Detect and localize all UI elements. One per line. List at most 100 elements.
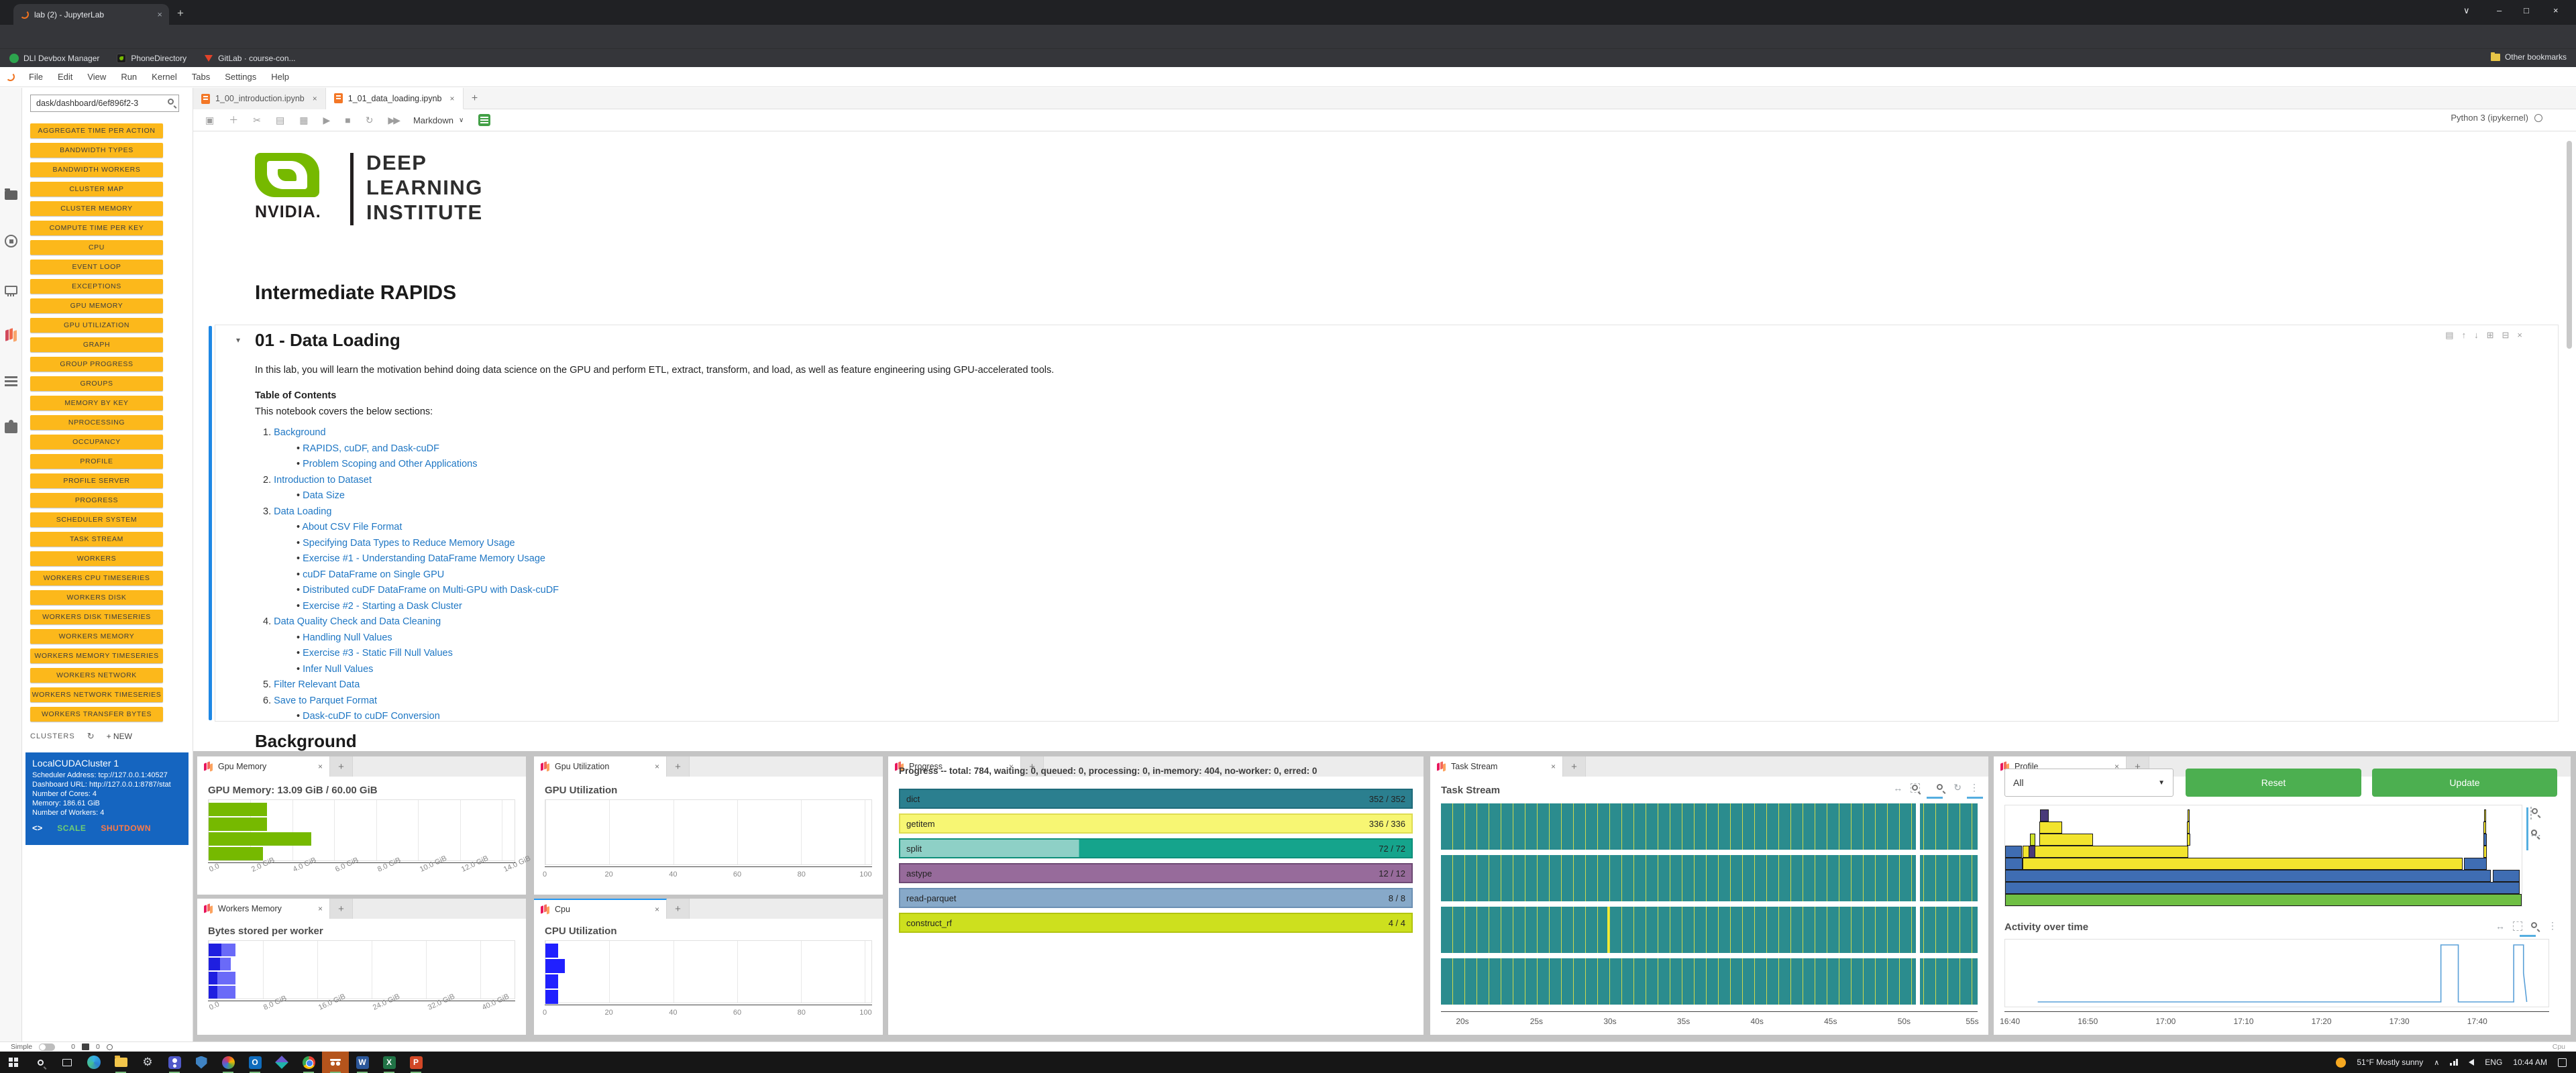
extension-manager-icon[interactable] (5, 422, 17, 433)
flame-segment[interactable] (2483, 822, 2486, 834)
doc-tab[interactable]: 1_00_introduction.ipynb× (193, 88, 326, 109)
start-button[interactable] (0, 1052, 27, 1073)
dask-button-task-stream[interactable]: TASK STREAM (30, 532, 163, 547)
debugger-icon[interactable] (478, 114, 490, 126)
reset-button[interactable]: Reset (2186, 769, 2361, 797)
toc-link[interactable]: Distributed cuDF DataFrame on Multi-GPU … (303, 585, 559, 596)
bookmark-item[interactable]: DLI Devbox Manager (9, 54, 99, 63)
zoom-in-icon[interactable] (1936, 783, 1945, 793)
dask-button-cluster-memory[interactable]: CLUSTER MEMORY (30, 201, 163, 216)
markdown-cell[interactable] (215, 325, 2559, 722)
toc-link[interactable]: Introduction to Dataset (274, 475, 372, 486)
panel-new-tab-button[interactable]: + (330, 756, 353, 777)
doc-tab-close-icon[interactable]: × (449, 94, 454, 103)
toc-link[interactable]: Save to Parquet Format (274, 695, 377, 706)
taskbar-app-chrome[interactable] (295, 1052, 322, 1073)
run-icon[interactable]: ▶ (323, 115, 330, 126)
hidden-icons-chevron[interactable]: ∧ (2434, 1058, 2439, 1067)
dask-button-gpu-utilization[interactable]: GPU UTILIZATION (30, 318, 163, 333)
panel-tab-gpu-memory[interactable]: Gpu Memory× (197, 756, 330, 777)
new-tab-button[interactable]: + (177, 7, 184, 20)
action-center-icon[interactable] (2558, 1058, 2567, 1067)
panel-new-tab-button[interactable]: + (667, 756, 690, 777)
save-icon[interactable]: ▣ (205, 115, 214, 126)
bookmark-item[interactable]: GitLab · course-con... (204, 54, 295, 63)
flame-segment[interactable] (2039, 822, 2062, 834)
window-minimize-button[interactable]: – (2497, 5, 2502, 15)
scale-button[interactable]: SCALE (57, 824, 86, 833)
dask-button-group-progress[interactable]: GROUP PROGRESS (30, 357, 163, 372)
taskbar-app-excel[interactable]: X (376, 1052, 402, 1073)
dask-button-workers-memory[interactable]: WORKERS MEMORY (30, 629, 163, 644)
flame-segment[interactable] (2483, 846, 2487, 858)
stop-icon[interactable]: ■ (345, 115, 350, 125)
reset-icon[interactable]: ↻ (1953, 782, 1962, 793)
insert-cell-below-icon[interactable]: ⊟ (2502, 330, 2510, 341)
search-icon[interactable] (168, 99, 174, 105)
window-restore-button[interactable]: □ (2524, 5, 2529, 15)
flame-segment[interactable] (2005, 882, 2520, 894)
dask-button-bandwidth-types[interactable]: BANDWIDTH TYPES (30, 143, 163, 158)
dask-button-workers[interactable]: WORKERS (30, 551, 163, 566)
flame-segment[interactable] (2039, 834, 2093, 846)
menu-help[interactable]: Help (264, 72, 297, 82)
toc-link[interactable]: cuDF DataFrame on Single GPU (303, 569, 444, 580)
cell-collapser-icon[interactable]: ▾ (236, 335, 240, 345)
new-doc-tab-button[interactable]: + (464, 88, 486, 109)
flame-segment[interactable] (2187, 822, 2190, 834)
taskbar-app-settings[interactable]: ⚙ (134, 1052, 161, 1073)
bookmark-item[interactable]: PhoneDirectory (117, 54, 186, 63)
flame-segment[interactable] (2023, 846, 2188, 858)
menu-edit[interactable]: Edit (50, 72, 80, 82)
files-icon[interactable] (5, 190, 17, 200)
flame-segment[interactable] (2029, 846, 2035, 858)
cell-type-select[interactable]: Markdown ∨ (413, 115, 464, 125)
panel-tab-close-icon[interactable]: × (318, 762, 323, 771)
cut-icon[interactable]: ✂ (253, 115, 261, 126)
panel-tab-close-icon[interactable]: × (318, 904, 323, 913)
update-button[interactable]: Update (2372, 769, 2557, 797)
move-cell-down-icon[interactable]: ↓ (2474, 330, 2479, 341)
panel-new-tab-button[interactable]: + (330, 899, 353, 919)
restart-kernel-icon[interactable]: ↻ (366, 115, 374, 126)
dask-button-graph[interactable]: GRAPH (30, 337, 163, 352)
box-select-icon[interactable] (2513, 921, 2522, 931)
menu-view[interactable]: View (80, 72, 113, 82)
cluster-card[interactable]: LocalCUDACluster 1 Scheduler Address: tc… (25, 752, 189, 845)
toc-link[interactable]: Exercise #1 - Understanding DataFrame Me… (303, 553, 545, 564)
toc-link[interactable]: Filter Relevant Data (274, 679, 360, 690)
network-icon[interactable] (2450, 1059, 2458, 1066)
window-close-button[interactable]: × (2553, 5, 2559, 15)
terminal-icon[interactable] (82, 1043, 89, 1050)
task-view-icon[interactable] (54, 1052, 80, 1073)
flame-segment[interactable] (2187, 834, 2190, 846)
dask-button-progress[interactable]: PROGRESS (30, 493, 163, 508)
dask-button-profile-server[interactable]: PROFILE SERVER (30, 473, 163, 488)
dask-button-occupancy[interactable]: OCCUPANCY (30, 435, 163, 449)
more-icon[interactable]: ⋮ (2548, 920, 2557, 931)
box-zoom-icon[interactable] (2530, 807, 2557, 820)
dask-button-workers-network-timeseries[interactable]: WORKERS NETWORK TIMESERIES (30, 687, 163, 702)
flame-segment[interactable] (2005, 846, 2022, 858)
flame-segment[interactable] (2188, 809, 2190, 822)
dask-button-profile[interactable]: PROFILE (30, 454, 163, 469)
new-cluster-button[interactable]: + NEW (107, 732, 132, 741)
pan-icon[interactable]: ↔ (2496, 921, 2505, 931)
gpu-dashboard-icon[interactable] (5, 286, 17, 294)
table-of-contents-icon[interactable] (5, 376, 17, 386)
taskbar-app-file-explorer[interactable] (107, 1052, 134, 1073)
flame-segment[interactable] (2005, 858, 2023, 870)
dask-button-groups[interactable]: GROUPS (30, 376, 163, 391)
profile-filter-select[interactable]: All▼ (2004, 769, 2174, 797)
doc-tab[interactable]: 1_01_data_loading.ipynb× (326, 88, 464, 109)
running-sessions-icon[interactable] (5, 235, 17, 247)
tab-close-icon[interactable]: × (157, 9, 162, 19)
toc-link[interactable]: Handling Null Values (303, 632, 392, 643)
shutdown-button[interactable]: SHUTDOWN (101, 824, 151, 833)
taskbar-search-icon[interactable] (27, 1052, 54, 1073)
toc-link[interactable]: Data Quality Check and Data Cleaning (274, 616, 441, 627)
dask-button-event-loop[interactable]: EVENT LOOP (30, 260, 163, 274)
more-icon[interactable]: ⋮ (1970, 782, 1979, 793)
panel-tab-close-icon[interactable]: × (655, 905, 659, 914)
weather-icon[interactable] (2336, 1058, 2346, 1068)
